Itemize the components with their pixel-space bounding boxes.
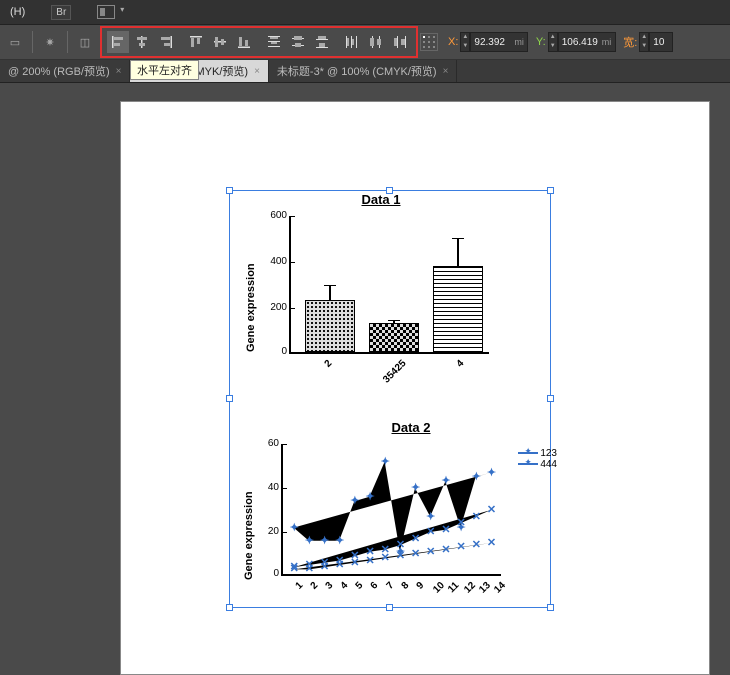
align-bottom-icon[interactable] [233, 31, 255, 53]
transform-icon[interactable]: ◫ [73, 30, 97, 54]
w-field: 宽: ▲▼ [621, 32, 673, 52]
tab-doc1[interactable]: @ 200% (RGB/预览)× [0, 60, 130, 82]
document-tabs: @ 200% (RGB/预览)× @ 100% (CMYK/预览)× 未标题-3… [0, 60, 730, 83]
x-spinner[interactable]: ▲▼ [460, 32, 470, 52]
dist-right-icon[interactable] [389, 31, 411, 53]
chart2-ylabel: Gene expression [243, 491, 255, 580]
align-top-icon[interactable] [185, 31, 207, 53]
align-left-icon[interactable] [107, 31, 129, 53]
close-icon[interactable]: × [443, 66, 449, 77]
doc-setup-icon[interactable]: ▭ [3, 30, 27, 54]
align-button-group [100, 26, 418, 58]
bar-2 [369, 323, 419, 352]
close-icon[interactable]: × [116, 66, 122, 77]
w-spinner[interactable]: ▲▼ [639, 32, 649, 52]
gear-icon[interactable]: ✷ [38, 30, 62, 54]
reference-point-icon[interactable] [420, 33, 438, 51]
x-label: X: [448, 36, 458, 48]
y-unit: mi [602, 37, 612, 47]
y-label: Y: [536, 36, 546, 48]
dist-top-icon[interactable] [263, 31, 285, 53]
x-field: X: ▲▼ mi [446, 32, 530, 52]
bridge-icon[interactable]: Br [51, 5, 71, 20]
arrange-docs-icon[interactable] [97, 5, 115, 19]
chart-2: Data 2 Gene expression 60 40 20 0 ✦✦✦✦✦✦… [231, 420, 551, 620]
bar-1 [305, 300, 355, 352]
chart2-title: Data 2 [271, 420, 551, 435]
align-hcenter-icon[interactable] [131, 31, 153, 53]
menu-help[interactable]: (H) [4, 6, 31, 18]
chart2-legend: 123 444 [518, 448, 557, 470]
tab-doc3[interactable]: 未标题-3* @ 100% (CMYK/预览)× [269, 60, 458, 82]
chart2-plot: 60 40 20 0 ✦✦✦✦✦✦✦✦✦✦✦✦✦✦✕✕✕✕✕✕✕✕✕✕✕✕✕✕✕… [281, 444, 501, 576]
tooltip-align-left: 水平左对齐 [130, 60, 199, 80]
chart1-title: Data 1 [271, 192, 491, 207]
close-icon[interactable]: × [254, 66, 260, 77]
chart2-lines [283, 444, 503, 576]
artboard: Data 1 Gene expression 600 400 200 0 2 3… [120, 101, 710, 675]
control-bar: ▭ ✷ ◫ X: ▲▼ mi Y: ▲▼ mi 宽: ▲▼ [0, 25, 730, 60]
chart1-plot: 600 400 200 0 2 35425 4 [289, 216, 489, 354]
canvas[interactable]: Data 1 Gene expression 600 400 200 0 2 3… [0, 83, 730, 675]
bar-3 [433, 266, 483, 352]
align-vcenter-icon[interactable] [209, 31, 231, 53]
dist-left-icon[interactable] [341, 31, 363, 53]
chart-1: Data 1 Gene expression 600 400 200 0 2 3… [241, 192, 491, 392]
x-unit: mi [514, 37, 524, 47]
dist-vcenter-icon[interactable] [287, 31, 309, 53]
y-spinner[interactable]: ▲▼ [548, 32, 558, 52]
y-field: Y: ▲▼ mi [534, 32, 617, 52]
dist-hcenter-icon[interactable] [365, 31, 387, 53]
align-right-icon[interactable] [155, 31, 177, 53]
chart1-ylabel: Gene expression [245, 263, 257, 352]
w-label: 宽: [623, 34, 637, 50]
dist-bottom-icon[interactable] [311, 31, 333, 53]
menubar: (H) Br [0, 0, 730, 25]
w-input[interactable] [649, 32, 673, 52]
